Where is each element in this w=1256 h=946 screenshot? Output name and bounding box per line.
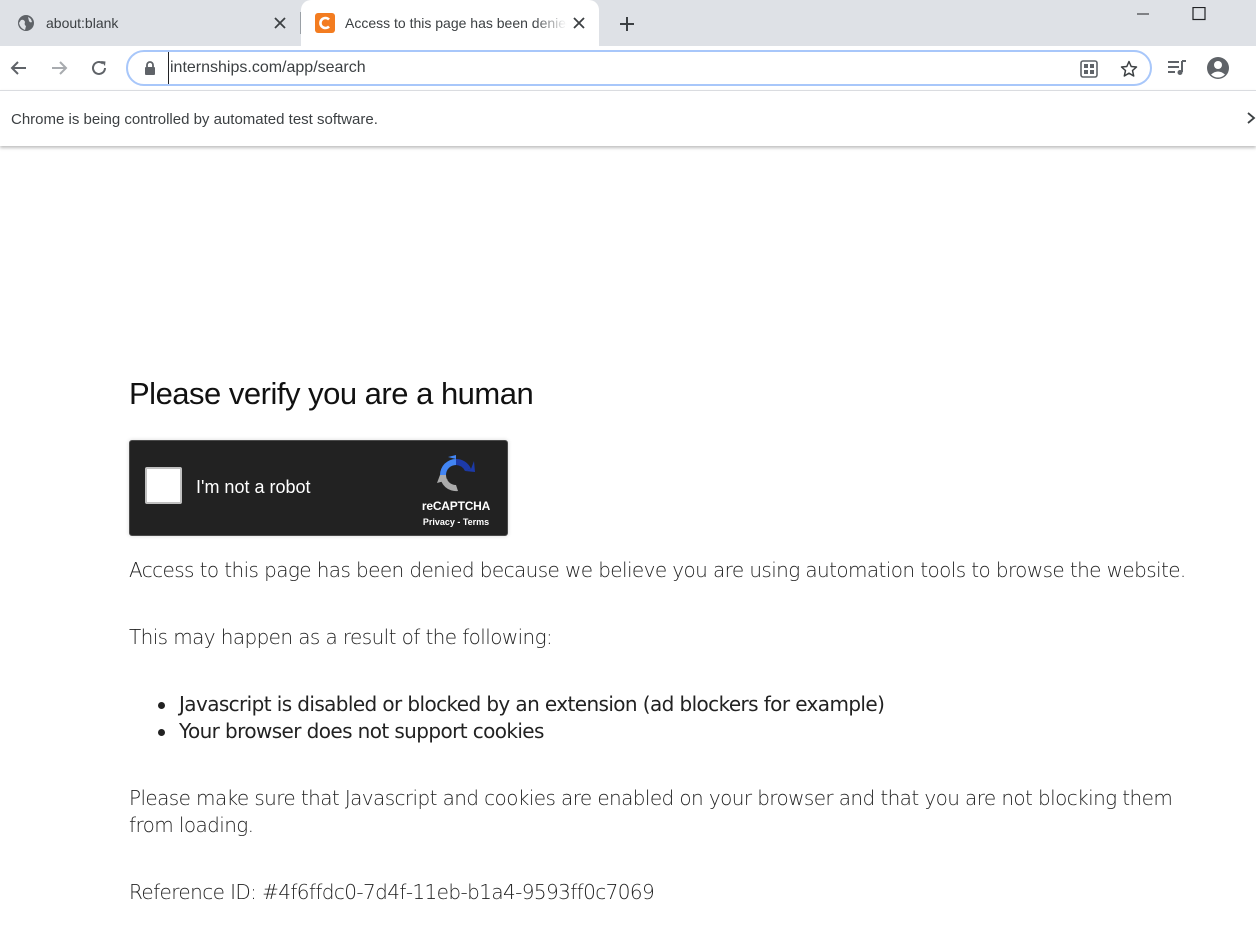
bullet-icon — [158, 702, 165, 709]
reference-id: Reference ID: #4f6ffdc0-7d4f-11eb-b1a4-9… — [129, 880, 655, 904]
arrow-right-icon — [52, 61, 68, 75]
tab-about-blank[interactable]: about:blank — [0, 0, 300, 46]
enable-instructions: Please make sure that Javascript and coo… — [129, 786, 1173, 837]
minimize-icon — [1137, 13, 1149, 15]
plus-icon — [620, 17, 634, 31]
close-tab-icon[interactable] — [567, 11, 591, 35]
url-text[interactable]: internships.com/app/search — [168, 52, 366, 84]
recaptcha-logo-icon — [436, 455, 476, 495]
list-item: Javascript is disabled or blocked by an … — [129, 691, 885, 718]
queue-music-icon — [1168, 60, 1186, 75]
automation-infobar: Chrome is being controlled by automated … — [0, 90, 1256, 146]
reasons-list: Javascript is disabled or blocked by an … — [129, 691, 885, 745]
tab-title: Access to this page has been denied — [345, 15, 567, 31]
back-button[interactable] — [6, 55, 32, 81]
tab-access-denied[interactable]: Access to this page has been denied — [301, 0, 599, 46]
captcha-checkbox[interactable] — [145, 467, 182, 504]
account-circle-icon — [1207, 57, 1229, 79]
denied-message: Access to this page has been denied beca… — [129, 558, 1186, 582]
address-bar[interactable]: internships.com/app/search — [126, 50, 1152, 86]
tab-title: about:blank — [46, 15, 119, 31]
close-tab-icon[interactable] — [268, 11, 292, 35]
lock-icon[interactable] — [142, 60, 158, 76]
bookmark-star-icon[interactable] — [1118, 58, 1140, 80]
maximize-window-button[interactable] — [1176, 0, 1222, 28]
new-tab-button[interactable] — [614, 11, 640, 37]
maximize-icon — [1192, 7, 1206, 21]
qr-code-icon[interactable] — [1078, 58, 1100, 80]
reason-text: Your browser does not support cookies — [179, 719, 544, 743]
captcha-label: I'm not a robot — [196, 477, 311, 497]
reload-icon — [92, 60, 106, 75]
tab-strip: about:blank Access to this page has been… — [0, 0, 1256, 46]
minimize-window-button[interactable] — [1120, 0, 1166, 28]
arrow-left-icon — [10, 61, 26, 75]
site-c-icon — [315, 13, 335, 33]
reason-text: Javascript is disabled or blocked by an … — [179, 692, 885, 716]
reload-button[interactable] — [86, 55, 112, 81]
bullet-icon — [158, 729, 165, 736]
recaptcha-widget: I'm not a robot reCAPTCHA Privacy - Term… — [129, 440, 508, 536]
reasons-intro: This may happen as a result of the follo… — [129, 625, 553, 649]
recaptcha-privacy-terms-links[interactable]: Privacy - Terms — [418, 517, 494, 527]
forward-button[interactable] — [46, 55, 72, 81]
browser-toolbar: internships.com/app/search — [0, 46, 1256, 90]
list-item: Your browser does not support cookies — [129, 718, 884, 745]
recaptcha-brand: reCAPTCHA — [421, 499, 491, 513]
media-controls-button[interactable] — [1164, 55, 1190, 81]
profile-button[interactable] — [1205, 55, 1231, 81]
globe-icon — [16, 13, 36, 33]
infobar-message: Chrome is being controlled by automated … — [11, 111, 378, 128]
close-infobar-icon[interactable] — [1244, 109, 1256, 127]
page-heading: Please verify you are a human — [129, 376, 534, 411]
